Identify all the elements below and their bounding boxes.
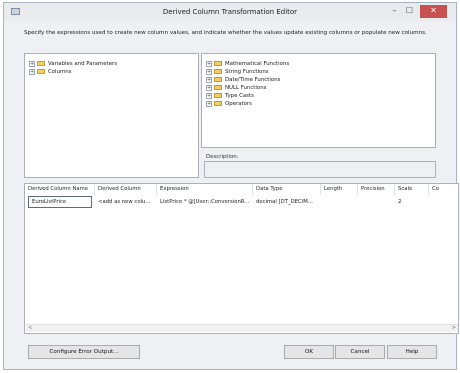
cancel-button[interactable]: Cancel <box>335 345 385 359</box>
tree-item-label: String Functions <box>225 69 269 75</box>
title-bar[interactable]: Derived Column Transformation Editor – ☐… <box>4 3 456 21</box>
expand-icon[interactable]: + <box>206 84 212 91</box>
tree-item-string-functions[interactable]: + String Functions <box>206 68 269 76</box>
tree-item-label: Operators <box>225 101 252 107</box>
expression-cell[interactable]: ListPrice * @[User::ConversionR... <box>157 196 253 208</box>
expand-icon[interactable]: + <box>206 100 212 107</box>
tree-item-label: Variables and Parameters <box>48 61 118 67</box>
ok-button[interactable]: OK <box>284 345 334 359</box>
column-header-length[interactable]: Length <box>321 184 358 195</box>
expand-icon[interactable]: + <box>206 60 212 67</box>
scroll-left-icon[interactable]: < <box>28 325 32 332</box>
minimize-button[interactable]: – <box>387 5 402 18</box>
maximize-button[interactable]: ☐ <box>402 5 417 18</box>
column-header-data-type[interactable]: Data Type <box>253 184 321 195</box>
folder-icon <box>37 69 45 74</box>
close-button[interactable]: ✕ <box>420 5 447 18</box>
code-page-cell[interactable] <box>429 196 458 208</box>
column-header-precision[interactable]: Precision <box>358 184 395 195</box>
data-type-cell[interactable]: decimal [DT_DECIM... <box>253 196 321 208</box>
expand-icon[interactable]: + <box>206 92 212 99</box>
derived-column-editor-window: Derived Column Transformation Editor – ☐… <box>3 2 459 370</box>
tree-item-label: Mathematical Functions <box>225 61 290 67</box>
scale-cell[interactable]: 2 <box>395 196 429 208</box>
tree-item-mathematical-functions[interactable]: + Mathematical Functions <box>206 60 289 68</box>
tree-item-label: Date/Time Functions <box>225 77 281 83</box>
help-button[interactable]: Help <box>387 345 437 359</box>
column-header-derived-column[interactable]: Derived Column <box>95 184 157 195</box>
column-header-scale[interactable]: Scale <box>395 184 429 195</box>
expand-icon[interactable]: + <box>29 60 35 67</box>
description-label: Description: <box>206 154 239 160</box>
tree-item-label: Columns <box>48 69 72 75</box>
variables-columns-tree[interactable]: + Variables and Parameters + Columns <box>24 53 199 178</box>
expand-icon[interactable]: + <box>206 76 212 83</box>
tree-item-type-casts[interactable]: + Type Casts <box>206 92 254 100</box>
folder-icon <box>37 61 45 66</box>
functions-tree[interactable]: + Mathematical Functions + String Function… <box>201 53 436 148</box>
column-header-derived-column-name[interactable]: Derived Column Name <box>25 184 95 195</box>
scroll-right-icon[interactable]: > <box>452 325 456 332</box>
folder-icon <box>214 93 222 98</box>
length-cell[interactable] <box>321 196 358 208</box>
folder-icon <box>214 61 222 66</box>
horizontal-scrollbar[interactable]: < > <box>26 324 458 332</box>
tree-item-null-functions[interactable]: + NULL Functions <box>206 84 266 92</box>
folder-icon <box>214 85 222 90</box>
instructions-text: Specify the expressions used to create n… <box>24 30 427 36</box>
configure-error-output-button[interactable]: Configure Error Output... <box>28 345 140 359</box>
folder-icon <box>214 69 222 74</box>
column-header-expression[interactable]: Expression <box>157 184 253 195</box>
derived-column-cell[interactable]: <add as new colu... <box>95 196 157 208</box>
derived-column-name-cell[interactable]: EuroListPrice <box>28 196 92 208</box>
tree-item-columns[interactable]: + Columns <box>29 68 71 76</box>
expand-icon[interactable]: + <box>206 68 212 75</box>
tree-item-label: Type Casts <box>225 93 254 99</box>
column-header-code-page[interactable]: Co <box>429 184 458 195</box>
description-box <box>204 161 436 178</box>
folder-icon <box>214 77 222 82</box>
tree-item-operators[interactable]: + Operators <box>206 100 252 108</box>
folder-icon <box>214 101 222 106</box>
precision-cell[interactable] <box>358 196 395 208</box>
tree-item-date-time-functions[interactable]: + Date/Time Functions <box>206 76 280 84</box>
derived-columns-grid[interactable]: Derived Column Name Derived Column Expre… <box>24 183 459 334</box>
tree-item-label: NULL Functions <box>225 85 267 91</box>
tree-item-variables-and-parameters[interactable]: + Variables and Parameters <box>29 60 117 68</box>
expand-icon[interactable]: + <box>29 68 35 75</box>
